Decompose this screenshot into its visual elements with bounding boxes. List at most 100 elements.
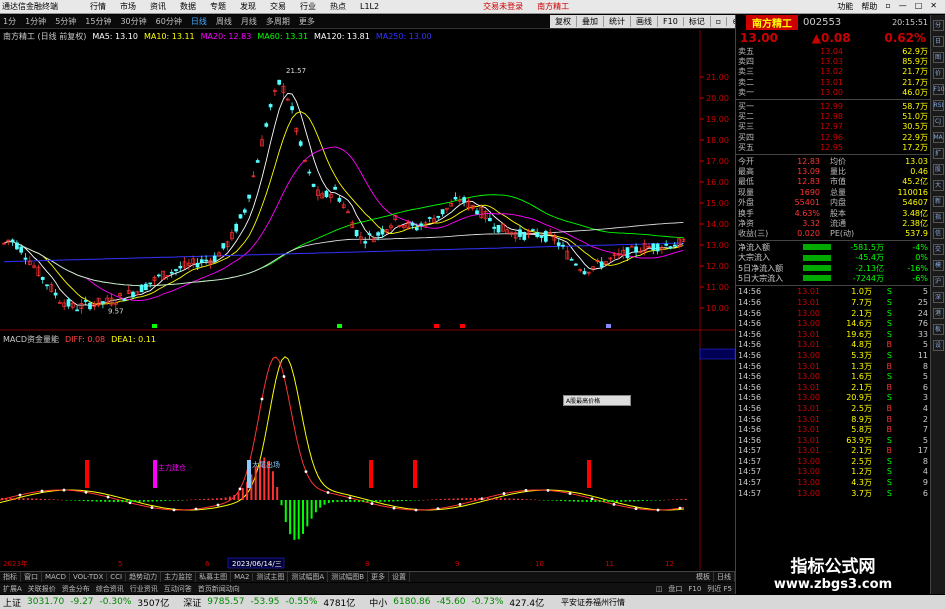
quick-tab[interactable]: 盘口 — [665, 584, 685, 594]
price-chart[interactable]: 21.00 20.00 19.00 18.00 17.00 16.00 15.00 14.00… — [0, 30, 735, 570]
order-row[interactable]: 卖三 13.02 21.7万 — [736, 67, 930, 77]
period-tab[interactable]: 15分钟 — [85, 16, 111, 27]
sidebar-button[interactable]: 新 — [932, 196, 944, 207]
order-row[interactable]: 买一 12.99 58.7万 — [736, 101, 930, 111]
sidebar-button[interactable]: 扩 — [932, 148, 944, 159]
quick-tab[interactable]: 列近 F5 — [704, 584, 735, 594]
tick-list[interactable]: 14:56 13.01 1.0万 S 5 14:56 13.01 7.7万 S 25 14:56 13… — [736, 287, 930, 499]
indicator-tab[interactable]: 设置 — [389, 572, 411, 582]
period-tab[interactable]: 1分钟 — [25, 16, 46, 27]
menu-item[interactable]: 热点 — [330, 1, 346, 12]
close-icon[interactable]: ✕ — [930, 1, 937, 12]
sidebar-button[interactable]: F10 — [932, 84, 945, 95]
daily-tab[interactable]: 日线 — [714, 572, 735, 582]
period-tab[interactable]: 更多 — [299, 16, 315, 27]
menu-item[interactable]: 数据 — [180, 1, 196, 12]
extension-tab[interactable]: 综合资讯 — [93, 584, 127, 594]
order-row[interactable]: 卖五 13.04 62.9万 — [736, 46, 930, 56]
overlay-button[interactable]: 叠加 — [577, 16, 604, 27]
extension-tab[interactable]: 互动问答 — [161, 584, 195, 594]
period-tab[interactable]: 月线 — [241, 16, 257, 27]
indicator-tab[interactable]: 测试主图 — [253, 572, 289, 582]
f10-button[interactable]: F10 — [658, 17, 684, 26]
tick-time: 14:56 — [738, 425, 762, 435]
sidebar-button[interactable]: 大 — [932, 180, 944, 191]
extension-tab[interactable]: 行业资讯 — [127, 584, 161, 594]
period-tab[interactable]: 多周期 — [266, 16, 290, 27]
sidebar-button[interactable]: MA — [932, 132, 944, 143]
period-tab[interactable]: 1分 — [3, 16, 16, 27]
sidebar-button[interactable]: 指 — [932, 212, 944, 223]
index-name[interactable]: 上证 — [3, 596, 21, 609]
sidebar-button[interactable]: 模 — [932, 260, 944, 271]
sidebar-button[interactable]: 图 — [932, 52, 944, 63]
menu-item[interactable]: 发现 — [240, 1, 256, 12]
indicator-tab[interactable]: MA2 — [231, 573, 254, 581]
window-icon[interactable]: ▫ — [711, 17, 728, 26]
menu-item[interactable]: 资讯 — [150, 1, 166, 12]
order-row[interactable]: 卖一 13.00 46.0万 — [736, 88, 930, 98]
sidebar-button[interactable]: 分 — [932, 20, 944, 31]
quick-tab[interactable]: F10 — [685, 585, 704, 593]
extension-tab[interactable]: 扩展A — [0, 584, 25, 594]
draw-button[interactable]: 画线 — [631, 16, 658, 27]
sidebar-button[interactable]: RSI — [932, 100, 944, 111]
indicator-tab[interactable]: CCI — [107, 573, 127, 581]
sidebar-button[interactable]: 价 — [932, 68, 944, 79]
help-menu[interactable]: 帮助 — [861, 1, 877, 12]
layout-icon[interactable]: ◫ — [653, 585, 666, 593]
period-tab[interactable]: 周线 — [216, 16, 232, 27]
menu-item[interactable]: 行业 — [300, 1, 316, 12]
menu-item[interactable]: L1L2 — [360, 2, 379, 11]
sidebar-button[interactable]: 设 — [932, 340, 944, 351]
order-row[interactable]: 买三 12.97 30.5万 — [736, 122, 930, 132]
maximize-icon[interactable]: □ — [915, 1, 923, 12]
function-menu[interactable]: 功能 — [837, 1, 853, 12]
menu-item[interactable]: 交易 — [270, 1, 286, 12]
period-tab-daily[interactable]: 日线 — [191, 16, 207, 27]
sidebar-button[interactable]: 交 — [932, 244, 944, 255]
info-popup[interactable]: A股最高价格 — [563, 395, 631, 406]
extension-tab[interactable]: 首页新闻动向 — [195, 584, 243, 594]
mark-button[interactable]: 标记 — [684, 16, 711, 27]
menu-item[interactable]: 专题 — [210, 1, 226, 12]
menu-item[interactable]: 市场 — [120, 1, 136, 12]
sidebar-button[interactable]: 信 — [932, 228, 944, 239]
menu-item[interactable]: 行情 — [90, 1, 106, 12]
period-tab[interactable]: 60分钟 — [156, 16, 182, 27]
indicator-tab[interactable]: 主力监控 — [161, 572, 197, 582]
order-row[interactable]: 买二 12.98 51.0万 — [736, 111, 930, 121]
sidebar-button[interactable]: 深 — [932, 292, 944, 303]
adjust-button[interactable]: 复权 — [550, 16, 577, 27]
period-tab[interactable]: 30分钟 — [120, 16, 146, 27]
sidebar-button[interactable]: 港 — [932, 308, 944, 319]
indicator-tab[interactable]: 私募主图 — [196, 572, 232, 582]
sidebar-button[interactable]: CJ — [932, 116, 944, 127]
indicator-tab[interactable]: 指标 — [0, 572, 21, 582]
restore-icon[interactable]: ▫ — [885, 1, 890, 12]
indicator-tab[interactable]: VOL-TDX — [70, 573, 108, 581]
order-row[interactable]: 买四 12.96 22.9万 — [736, 132, 930, 142]
indicator-tab[interactable]: 测试幅图B — [328, 572, 369, 582]
sidebar-button[interactable]: 沪 — [932, 276, 944, 287]
indicator-tab[interactable]: 更多 — [368, 572, 390, 582]
sidebar-button[interactable]: 股 — [932, 164, 944, 175]
order-row[interactable]: 卖二 13.01 21.7万 — [736, 77, 930, 87]
indicator-tab[interactable]: MACD — [42, 573, 70, 581]
order-row[interactable]: 卖四 13.03 85.9万 — [736, 56, 930, 66]
template-tab[interactable]: 模板 — [693, 572, 714, 582]
minimize-icon[interactable]: — — [899, 1, 907, 12]
index-name[interactable]: 深证 — [183, 596, 201, 609]
stats-button[interactable]: 统计 — [604, 16, 631, 27]
indicator-tab[interactable]: 趋势动力 — [126, 572, 162, 582]
indicator-tab[interactable]: 窗口 — [21, 572, 42, 582]
index-name[interactable]: 中小 — [369, 596, 387, 609]
extension-tab[interactable]: 关联报价 — [25, 584, 59, 594]
sidebar-button[interactable]: 日 — [932, 36, 944, 47]
period-tab[interactable]: 5分钟 — [55, 16, 76, 27]
sidebar-button[interactable]: 板 — [932, 324, 944, 335]
order-row[interactable]: 买五 12.95 17.2万 — [736, 143, 930, 153]
extension-tab[interactable]: 资金分布 — [59, 584, 93, 594]
login-status[interactable]: 交易未登录 — [483, 1, 523, 12]
indicator-tab[interactable]: 测试幅图A — [288, 572, 329, 582]
